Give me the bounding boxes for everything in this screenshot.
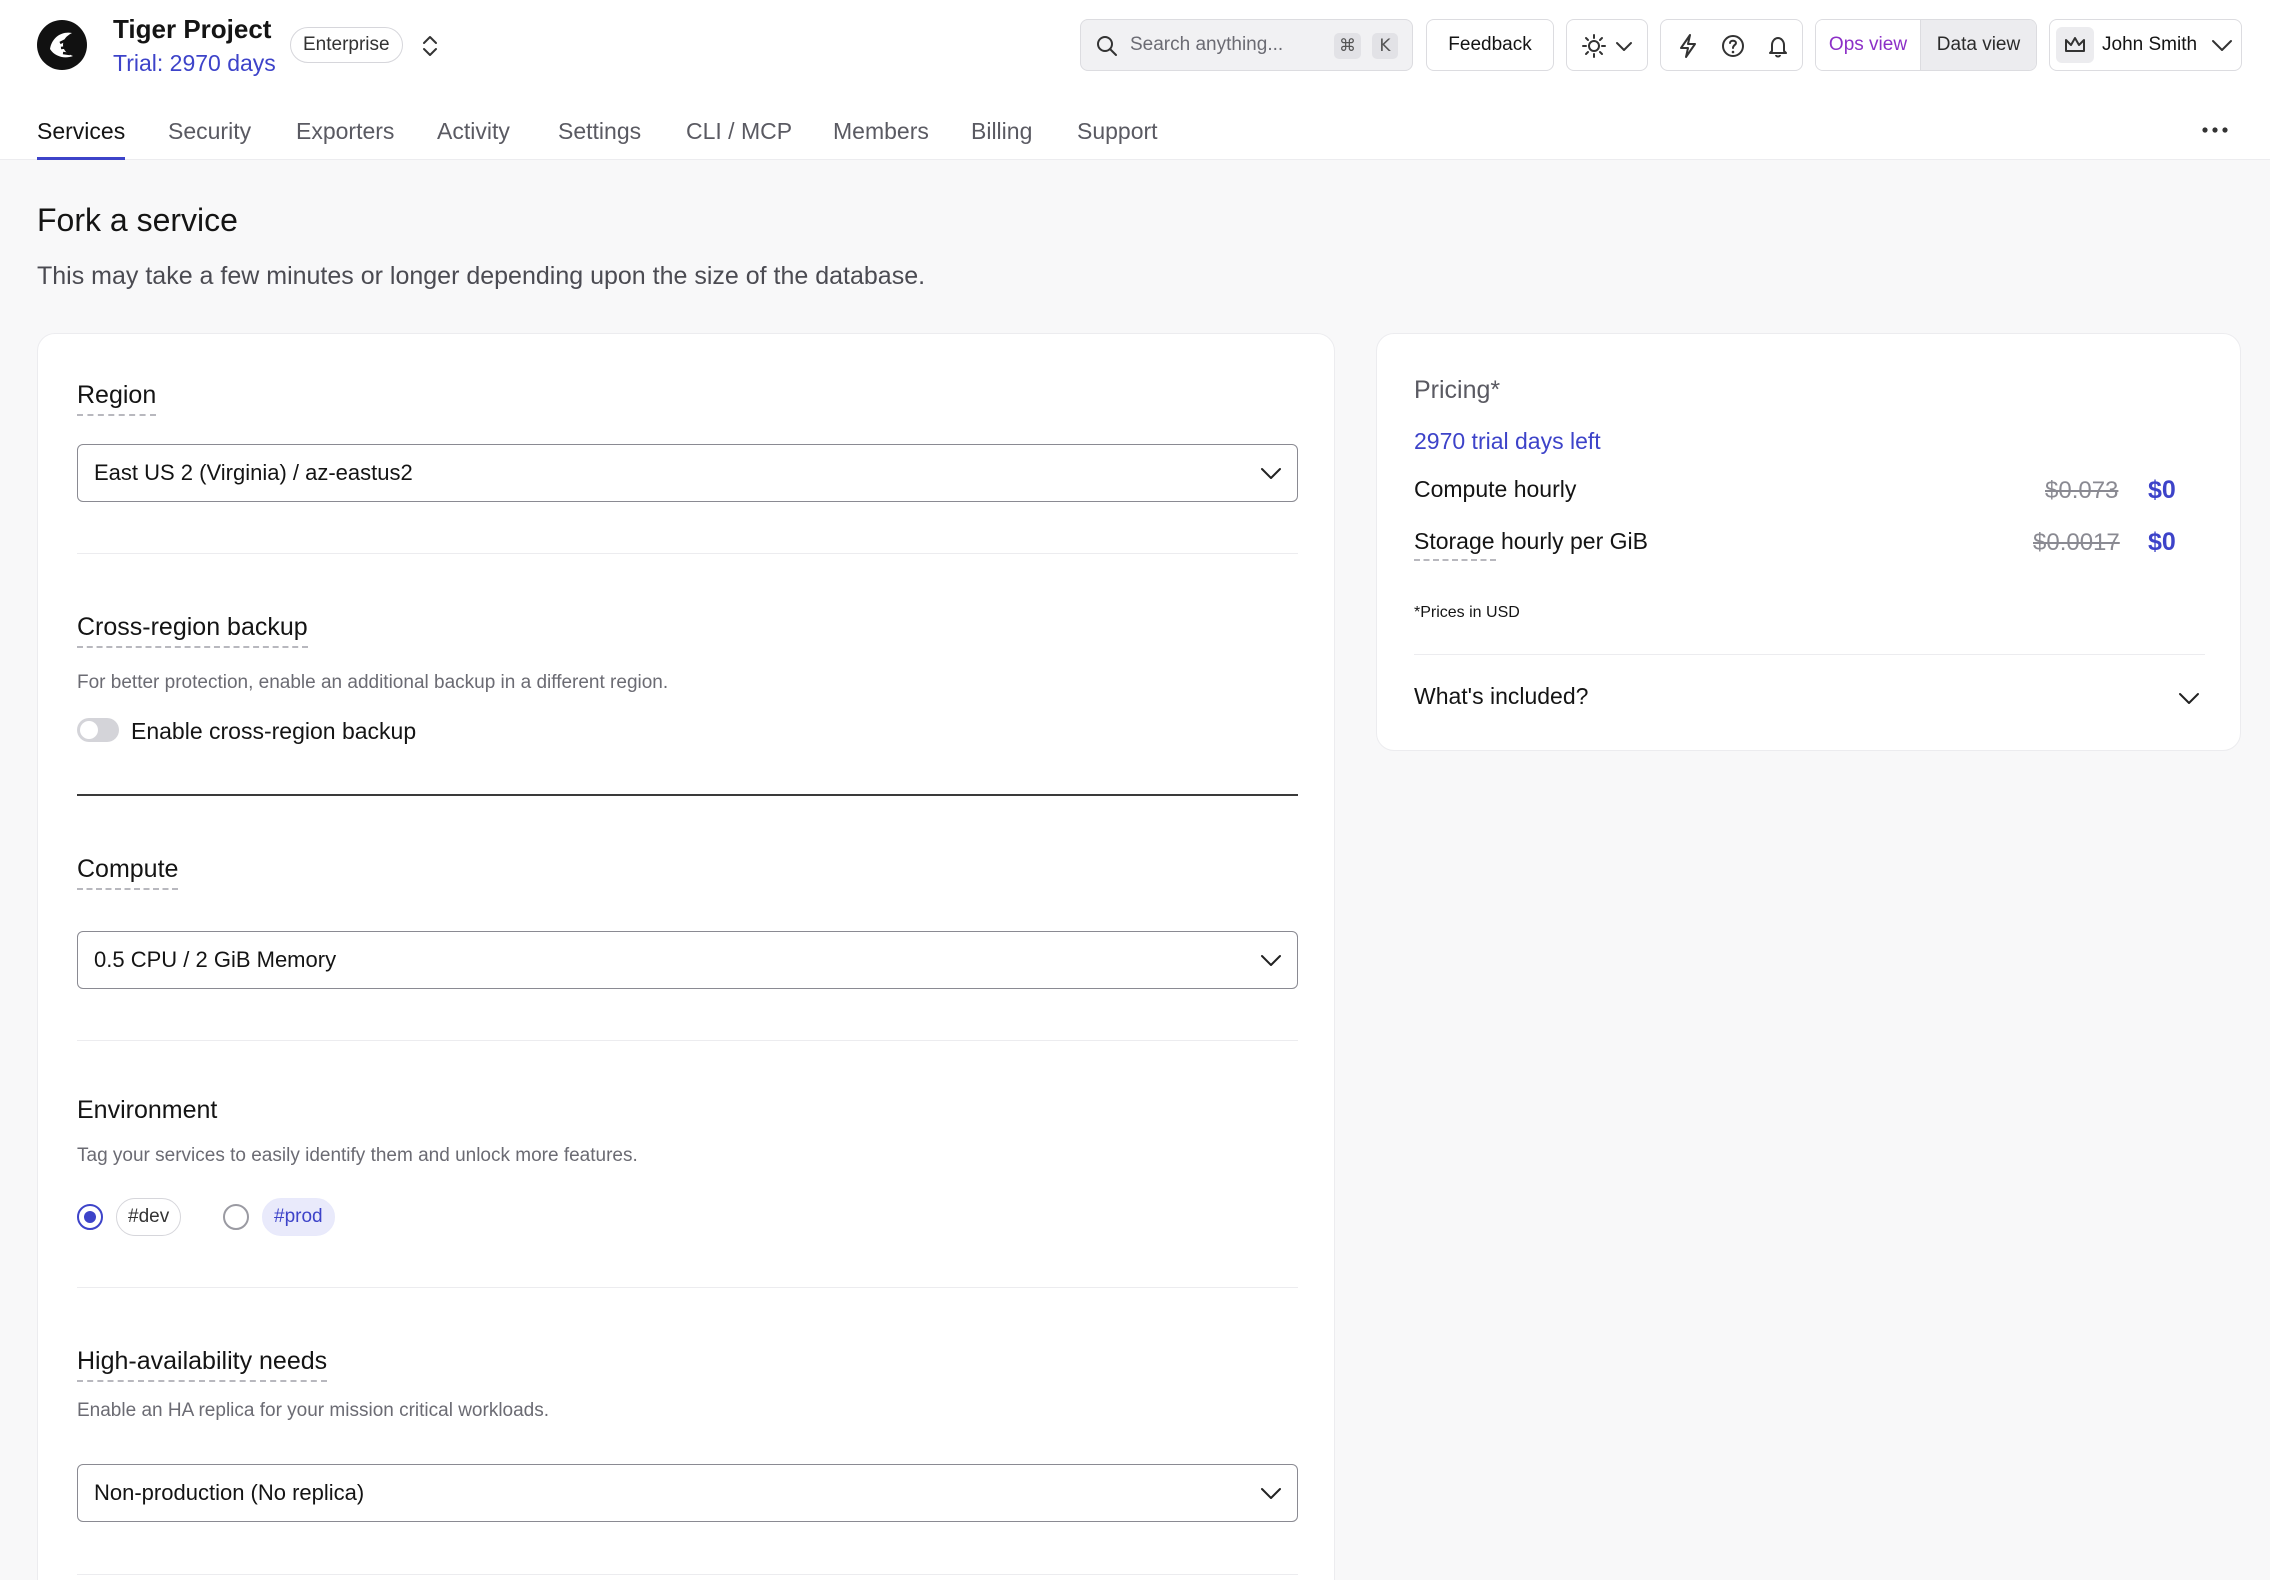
chevron-down-icon xyxy=(1616,42,1632,51)
environment-description: Tag your services to easily identify the… xyxy=(77,1145,638,1166)
whats-included-toggle[interactable]: What's included? xyxy=(1414,683,1588,710)
pricing-title: Pricing* xyxy=(1414,376,1501,404)
top-header: Tiger Project Trial: 2970 days Enterpris… xyxy=(0,0,2270,160)
ha-select[interactable]: Non-production (No replica) xyxy=(77,1464,1298,1522)
env-prod-radio[interactable] xyxy=(223,1204,249,1230)
user-menu-button[interactable]: John Smith xyxy=(2049,19,2242,71)
env-dev-radio[interactable] xyxy=(77,1204,103,1230)
section-divider xyxy=(77,794,1298,796)
crown-icon xyxy=(2065,37,2085,52)
tab-cli-mcp[interactable]: CLI / MCP xyxy=(686,118,792,160)
search-placeholder: Search anything... xyxy=(1130,34,1284,55)
cross-region-backup-toggle[interactable] xyxy=(77,718,119,742)
cross-region-backup-label: Enable cross-region backup xyxy=(131,718,417,744)
toggle-knob xyxy=(80,721,98,739)
pricing-card: Pricing* 2970 trial days left Compute ho… xyxy=(1376,333,2241,751)
pricing-divider xyxy=(1414,654,2205,655)
storage-new-price: $0 xyxy=(2148,528,2176,556)
section-divider xyxy=(77,553,1298,554)
chevron-down-icon xyxy=(2212,40,2232,51)
fork-form-card: Region East US 2 (Virginia) / az-eastus2… xyxy=(37,333,1335,1580)
env-prod-tag[interactable]: #prod xyxy=(262,1198,335,1236)
compute-title: Compute xyxy=(77,855,179,890)
tab-billing[interactable]: Billing xyxy=(971,118,1032,160)
theme-button[interactable] xyxy=(1566,19,1648,71)
environment-title: Environment xyxy=(77,1096,218,1124)
storage-hourly-text: Storage hourly per GiB xyxy=(1414,528,1648,554)
trial-days-left: 2970 trial days left xyxy=(1414,428,1601,454)
ha-description: Enable an HA replica for your mission cr… xyxy=(77,1400,550,1421)
page-subtitle: This may take a few minutes or longer de… xyxy=(37,262,926,290)
ops-view-button[interactable]: Ops view xyxy=(1816,20,1920,70)
more-options-icon[interactable] xyxy=(2200,118,2230,142)
region-title: Region xyxy=(77,381,157,416)
region-select-value: East US 2 (Virginia) / az-eastus2 xyxy=(94,460,413,485)
user-name: John Smith xyxy=(2102,34,2198,55)
compute-old-price: $0.073 xyxy=(2045,477,2119,504)
compute-select[interactable]: 0.5 CPU / 2 GiB Memory xyxy=(77,931,1298,989)
shortcut-cmd-key: ⌘ xyxy=(1334,33,1361,59)
trial-days: Trial: 2970 days xyxy=(113,50,276,76)
shortcut-k-key: K xyxy=(1372,33,1398,59)
section-divider xyxy=(77,1574,1298,1575)
chevron-down-icon xyxy=(1261,955,1281,966)
tooltip-underline xyxy=(1414,559,1496,561)
chevron-down-icon xyxy=(1261,468,1281,479)
page-title: Fork a service xyxy=(37,202,238,238)
view-switcher: Ops view Data view xyxy=(1815,19,2037,71)
tab-settings[interactable]: Settings xyxy=(558,118,641,160)
backup-title: Cross-region backup xyxy=(77,613,308,648)
bell-icon[interactable] xyxy=(1763,31,1793,61)
lightning-icon[interactable] xyxy=(1673,31,1703,61)
project-switcher-icon[interactable] xyxy=(420,33,440,59)
storage-hourly-label: Storage hourly per GiB xyxy=(1414,528,1648,561)
tiger-logo-icon[interactable] xyxy=(36,19,88,71)
section-divider xyxy=(77,1287,1298,1288)
tab-members[interactable]: Members xyxy=(833,118,929,160)
compute-hourly-label: Compute hourly xyxy=(1414,476,1577,502)
search-input[interactable]: Search anything... ⌘ K xyxy=(1080,19,1413,71)
quick-actions-group xyxy=(1660,19,1803,71)
sun-icon xyxy=(1582,34,1606,58)
tab-security[interactable]: Security xyxy=(168,118,251,160)
help-icon[interactable] xyxy=(1718,31,1748,61)
project-name[interactable]: Tiger Project xyxy=(113,14,271,45)
ha-select-value: Non-production (No replica) xyxy=(94,1480,365,1505)
region-select[interactable]: East US 2 (Virginia) / az-eastus2 xyxy=(77,444,1298,502)
data-view-button[interactable]: Data view xyxy=(1920,20,2036,70)
storage-old-price: $0.0017 xyxy=(2033,529,2120,556)
backup-description: For better protection, enable an additio… xyxy=(77,672,669,693)
section-divider xyxy=(77,1040,1298,1041)
tab-services[interactable]: Services xyxy=(37,118,126,160)
tab-support[interactable]: Support xyxy=(1077,118,1158,160)
ha-title: High-availability needs xyxy=(77,1347,328,1382)
feedback-button[interactable]: Feedback xyxy=(1426,19,1554,71)
chevron-down-icon xyxy=(1261,1488,1281,1499)
avatar xyxy=(2056,27,2094,63)
search-icon xyxy=(1097,36,1117,56)
compute-select-value: 0.5 CPU / 2 GiB Memory xyxy=(94,947,337,972)
chevron-down-icon[interactable] xyxy=(2177,688,2201,710)
plan-badge: Enterprise xyxy=(290,27,403,63)
env-dev-tag[interactable]: #dev xyxy=(116,1198,182,1236)
prices-note: *Prices in USD xyxy=(1414,604,1520,621)
tab-exporters[interactable]: Exporters xyxy=(296,118,394,160)
tab-activity[interactable]: Activity xyxy=(437,118,510,160)
compute-new-price: $0 xyxy=(2148,476,2176,504)
